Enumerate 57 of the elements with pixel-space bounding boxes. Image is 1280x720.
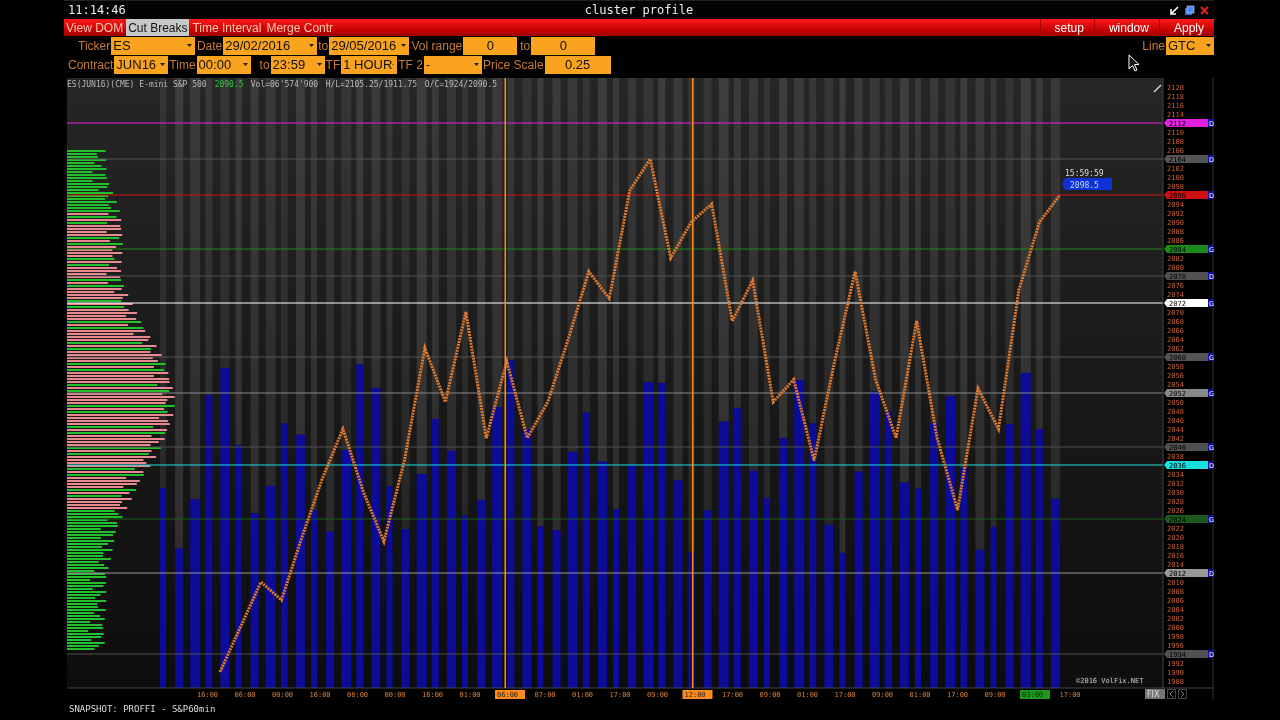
caret-icon: [392, 63, 395, 66]
field-label: Ticker: [78, 38, 111, 53]
menu-tab[interactable]: View DOM: [64, 19, 126, 36]
close-icon[interactable]: [1199, 4, 1210, 16]
caret-icon: [401, 44, 407, 47]
menu-tab[interactable]: Time Interval: [190, 19, 264, 36]
caret-icon: [309, 44, 315, 47]
dropdown-field[interactable]: -: [423, 55, 482, 74]
dropdown-field[interactable]: GTC: [1166, 36, 1214, 55]
field-label: Line: [1142, 38, 1165, 53]
caret-icon: [242, 63, 248, 66]
price-callout: 2098.5: [1062, 178, 1112, 190]
input-field[interactable]: 0.25: [544, 55, 611, 74]
right-arrow-icon[interactable]: [1178, 689, 1187, 699]
cursor-icon: [1128, 54, 1142, 74]
field-label: Time: [169, 57, 196, 72]
menu-tab[interactable]: Cut Breaks: [126, 19, 190, 36]
restore-icon[interactable]: [1184, 4, 1195, 16]
menu-button[interactable]: Apply: [1158, 19, 1214, 36]
dropdown-field[interactable]: JUN16: [114, 55, 169, 74]
caret-icon: [160, 63, 166, 66]
field-label: TF 2: [398, 57, 423, 72]
caret-icon: [316, 63, 322, 66]
field-label: to: [519, 38, 531, 53]
menu-button[interactable]: setup: [1039, 19, 1094, 36]
instrument-info: Vol=06'574'900: [250, 80, 319, 89]
dropdown-field[interactable]: 29/02/2016: [223, 36, 318, 55]
dropdown-field[interactable]: 00:00: [196, 55, 251, 74]
menu-button[interactable]: window: [1093, 19, 1159, 36]
instrument-info: 2090.5: [214, 80, 244, 89]
caret-icon: [473, 63, 479, 66]
field-label: to: [318, 38, 329, 53]
dropdown-field[interactable]: ES: [111, 36, 196, 55]
status-text: SNAPSHOT: PROFFI - S&P60min: [68, 703, 217, 716]
field-label: Contract: [68, 57, 114, 72]
field-label: Date: [196, 38, 223, 53]
minimize-icon[interactable]: [1169, 4, 1180, 16]
instrument-info: H/L=2105.25/1911.75: [325, 80, 418, 89]
field-label: Price Scale: [482, 57, 544, 72]
price-time: 15:59:59: [1065, 169, 1104, 178]
clock-time: 11:14:46: [68, 3, 126, 17]
dropdown-field[interactable]: 23:59: [270, 55, 325, 74]
instrument-info: ES(JUN16)(CME) E-mini S&P 500: [67, 80, 207, 89]
window-title: cluster profile: [584, 3, 694, 17]
pencil-icon[interactable]: [1154, 85, 1161, 92]
dropdown-field[interactable]: 1 HOUR: [341, 55, 398, 74]
caret-icon: [1206, 44, 1211, 47]
input-field[interactable]: 0: [531, 36, 596, 55]
input-field[interactable]: 0: [463, 36, 518, 55]
caret-icon: [187, 44, 193, 47]
dropdown-field[interactable]: 29/05/2016: [329, 36, 410, 55]
field-label: TF: [325, 57, 341, 72]
instrument-info: O/C=1924/2090.5: [424, 80, 498, 89]
menu-tab[interactable]: Merge Contr: [264, 19, 336, 36]
left-arrow-icon[interactable]: [1167, 689, 1176, 699]
field-label: to: [258, 57, 270, 72]
field-label: Vol range: [410, 38, 463, 53]
